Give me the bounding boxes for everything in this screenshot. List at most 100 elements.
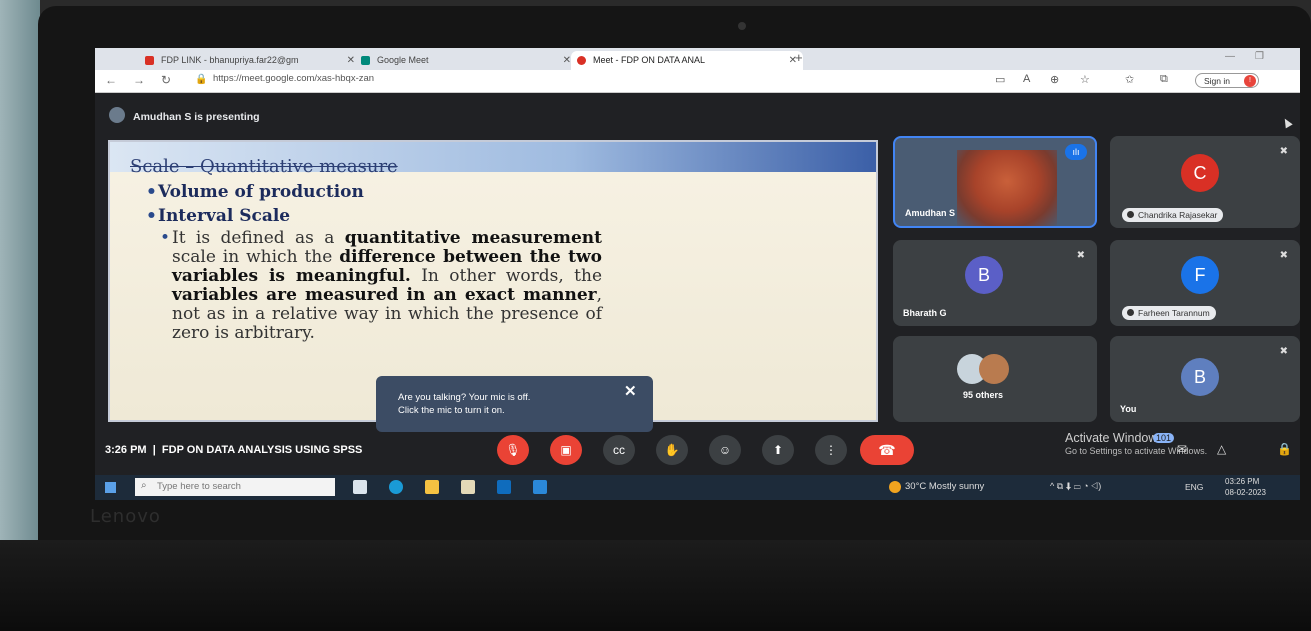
back-icon[interactable]: ←: [105, 73, 117, 87]
file-explorer-icon[interactable]: [425, 480, 439, 494]
webcam: [738, 22, 746, 30]
activate-windows-title: Activate Windows: [1065, 431, 1164, 445]
leave-call-button[interactable]: ☎: [860, 435, 914, 465]
toast-line-1: Are you talking? Your mic is off.: [398, 392, 531, 403]
zoom-icon[interactable]: ⊕: [1050, 73, 1059, 86]
close-icon[interactable]: ✕: [563, 51, 571, 70]
new-tab-icon[interactable]: +: [795, 50, 803, 65]
recording-icon: [577, 56, 586, 65]
participant-name: Amudhan S: [905, 208, 956, 218]
tile-chandrika[interactable]: ✖ C Chandrika Rajasekar: [1110, 136, 1300, 228]
meeting-title: FDP ON DATA ANALYSIS USING SPSS: [161, 444, 363, 456]
taskbar-search-input[interactable]: ⌕ Type here to search: [135, 478, 335, 496]
camera-toggle-button[interactable]: ▣: [550, 435, 582, 465]
favorite-icon[interactable]: ☆: [1080, 73, 1090, 86]
sign-in-label: Sign in: [1204, 76, 1230, 86]
sign-in-button[interactable]: Sign in !: [1195, 73, 1259, 88]
separator: |: [149, 444, 159, 456]
participant-name: Bharath G: [903, 308, 947, 318]
mic-off-icon: ✖: [1279, 346, 1288, 357]
slide-body: It is defined as a quantitative measurem…: [160, 228, 603, 343]
tab-label: Meet - FDP ON DATA ANAL: [593, 55, 706, 65]
laptop-brand: Lenovo: [90, 506, 161, 527]
edge-icon[interactable]: [389, 480, 403, 494]
tile-bharath[interactable]: ✖ B Bharath G: [893, 240, 1097, 326]
meeting-time: 3:26 PM: [105, 444, 147, 456]
activities-icon[interactable]: △: [1217, 442, 1226, 456]
system-tray-icons[interactable]: ^ ⧉ ⬇ ▭ ◔ ◁): [1050, 481, 1101, 492]
lock-icon[interactable]: 🔒: [195, 74, 207, 85]
mic-off-icon: ✖: [1279, 250, 1288, 261]
clock-date[interactable]: 08-02-2023: [1225, 488, 1266, 497]
others-count: 95 others: [963, 390, 1004, 400]
present-button[interactable]: ⬆: [762, 435, 794, 465]
maximize-icon[interactable]: ❐: [1255, 51, 1264, 62]
search-icon: ⌕: [141, 480, 147, 491]
collections-icon[interactable]: ⧉: [1160, 73, 1168, 86]
tab-meet-active[interactable]: Meet - FDP ON DATA ANAL ✕: [571, 51, 803, 70]
mic-toggle-button[interactable]: 🎙: [497, 435, 529, 465]
photos-icon[interactable]: [533, 480, 547, 494]
tab-strip: FDP LINK - bhanupriya.far22@gm ✕ Google …: [95, 48, 1300, 70]
task-view-icon[interactable]: [353, 480, 367, 494]
address-bar: ← → ↻ 🔒 https://meet.google.com/xas-hbqx…: [95, 70, 1300, 93]
notification-badge: !: [1244, 75, 1256, 87]
weather-text[interactable]: 30°C Mostly sunny: [905, 481, 984, 492]
language-indicator[interactable]: ENG: [1185, 482, 1203, 492]
avatar-group: [979, 354, 1009, 384]
people-count-badge[interactable]: 101: [1153, 433, 1175, 443]
store-icon[interactable]: [461, 480, 475, 494]
emoji-button[interactable]: ☺: [709, 435, 741, 465]
avatar: C: [1181, 154, 1219, 192]
mail-icon[interactable]: [497, 480, 511, 494]
clock-time[interactable]: 03:26 PM: [1225, 477, 1259, 486]
meet-icon: [361, 56, 370, 65]
slide-bullet: Volume of production: [146, 182, 364, 202]
host-controls-icon[interactable]: 🔒: [1277, 442, 1292, 456]
screen: FDP LINK - bhanupriya.far22@gm ✕ Google …: [95, 48, 1300, 500]
camera-icon[interactable]: ▭: [995, 73, 1005, 86]
avatar: B: [1181, 358, 1219, 396]
mouse-cursor-icon: [1281, 116, 1293, 129]
presenter-avatar: [109, 107, 125, 123]
slide-text-bold: quantitative measurement: [344, 228, 602, 248]
presenting-label: Amudhan S is presenting: [133, 111, 260, 123]
weather-icon: [889, 481, 901, 493]
tab-fdp-link[interactable]: FDP LINK - bhanupriya.far22@gm ✕: [139, 51, 361, 70]
more-options-button[interactable]: ⋮: [815, 435, 847, 465]
captions-button[interactable]: cc: [603, 435, 635, 465]
avatar: F: [1181, 256, 1219, 294]
minimize-icon[interactable]: —: [1225, 51, 1235, 62]
mic-off-icon: ✖: [1076, 250, 1085, 261]
tile-amudhan[interactable]: ılı Amudhan S: [893, 136, 1097, 228]
url-field[interactable]: https://meet.google.com/xas-hbqx-zan: [213, 73, 374, 84]
tile-others[interactable]: 95 others: [893, 336, 1097, 422]
tile-farheen[interactable]: ✖ F Farheen Tarannum: [1110, 240, 1300, 326]
tab-google-meet[interactable]: Google Meet ✕: [355, 51, 577, 70]
tile-you[interactable]: ✖ B You: [1110, 336, 1300, 422]
read-aloud-icon[interactable]: A: [1023, 73, 1030, 85]
raise-hand-button[interactable]: ✋: [656, 435, 688, 465]
slide-text: In other words, the: [410, 266, 603, 286]
participant-name: You: [1120, 404, 1137, 414]
avatar: B: [965, 256, 1003, 294]
tab-label: FDP LINK - bhanupriya.far22@gm: [161, 55, 299, 65]
mic-off-icon: ✖: [1279, 146, 1288, 157]
refresh-icon[interactable]: ↻: [161, 73, 171, 87]
slide-text: It is defined as a: [172, 228, 345, 248]
participant-name-pill: Chandrika Rajasekar: [1122, 208, 1224, 222]
toast-line-2: Click the mic to turn it on.: [398, 405, 505, 416]
chat-icon[interactable]: ✉: [1177, 442, 1187, 456]
forward-icon[interactable]: →: [133, 73, 145, 87]
search-placeholder: Type here to search: [157, 481, 241, 492]
tab-label: Google Meet: [377, 55, 429, 65]
close-icon[interactable]: ✕: [624, 382, 637, 400]
background-wall: [0, 0, 40, 631]
slide-bullet: Interval Scale: [146, 206, 290, 226]
windows-taskbar: ⌕ Type here to search 30°C Mostly sunny …: [95, 475, 1300, 500]
laptop-base: [0, 540, 1311, 631]
favorites-icon[interactable]: ✩: [1125, 73, 1134, 86]
gmail-icon: [145, 56, 154, 65]
windows-start-icon[interactable]: [105, 482, 116, 493]
close-icon[interactable]: ✕: [347, 51, 355, 70]
